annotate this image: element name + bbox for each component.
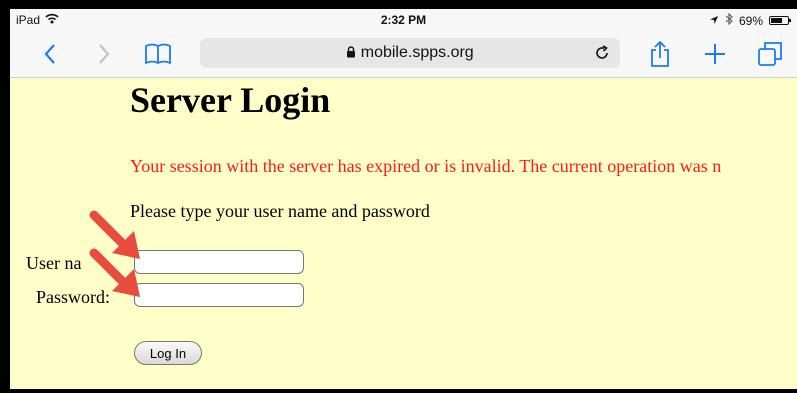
login-prompt: Please type your user name and password (130, 201, 430, 221)
new-tab-plus-icon[interactable] (701, 41, 729, 67)
back-chevron-icon[interactable] (36, 41, 64, 67)
bluetooth-icon (725, 12, 733, 28)
bookmarks-book-icon[interactable] (144, 41, 172, 67)
page-content: Server Login Your session with the serve… (10, 77, 797, 389)
password-input[interactable] (134, 283, 304, 307)
address-bar[interactable]: mobile.spps.org (200, 38, 620, 68)
browser-toolbar: mobile.spps.org (10, 31, 797, 78)
ipad-screen: iPad 2:32 PM 69% mobile.spps.org Server … (10, 9, 797, 389)
status-time: 2:32 PM (380, 13, 427, 27)
tabs-overview-icon[interactable] (756, 41, 784, 67)
session-error-message: Your session with the server has expired… (130, 156, 722, 176)
lock-icon (346, 44, 360, 61)
status-right: 69% (709, 12, 791, 28)
status-bar: iPad 2:32 PM 69% (10, 9, 797, 31)
address-display: mobile.spps.org (200, 44, 620, 62)
reload-icon[interactable] (592, 43, 612, 63)
annotation-arrow-icon (89, 248, 140, 297)
screenshot-frame: iPad 2:32 PM 69% mobile.spps.org Server … (0, 0, 797, 393)
address-url: mobile.spps.org (360, 44, 474, 61)
battery-icon (769, 16, 791, 25)
login-button[interactable]: Log In (134, 341, 202, 365)
forward-chevron-icon[interactable] (90, 41, 118, 67)
battery-percent: 69% (738, 13, 763, 28)
username-label: User na (26, 253, 82, 273)
page-title: Server Login (130, 80, 331, 120)
username-input[interactable] (134, 250, 304, 274)
share-icon[interactable] (646, 40, 674, 67)
location-arrow-icon (709, 14, 719, 28)
